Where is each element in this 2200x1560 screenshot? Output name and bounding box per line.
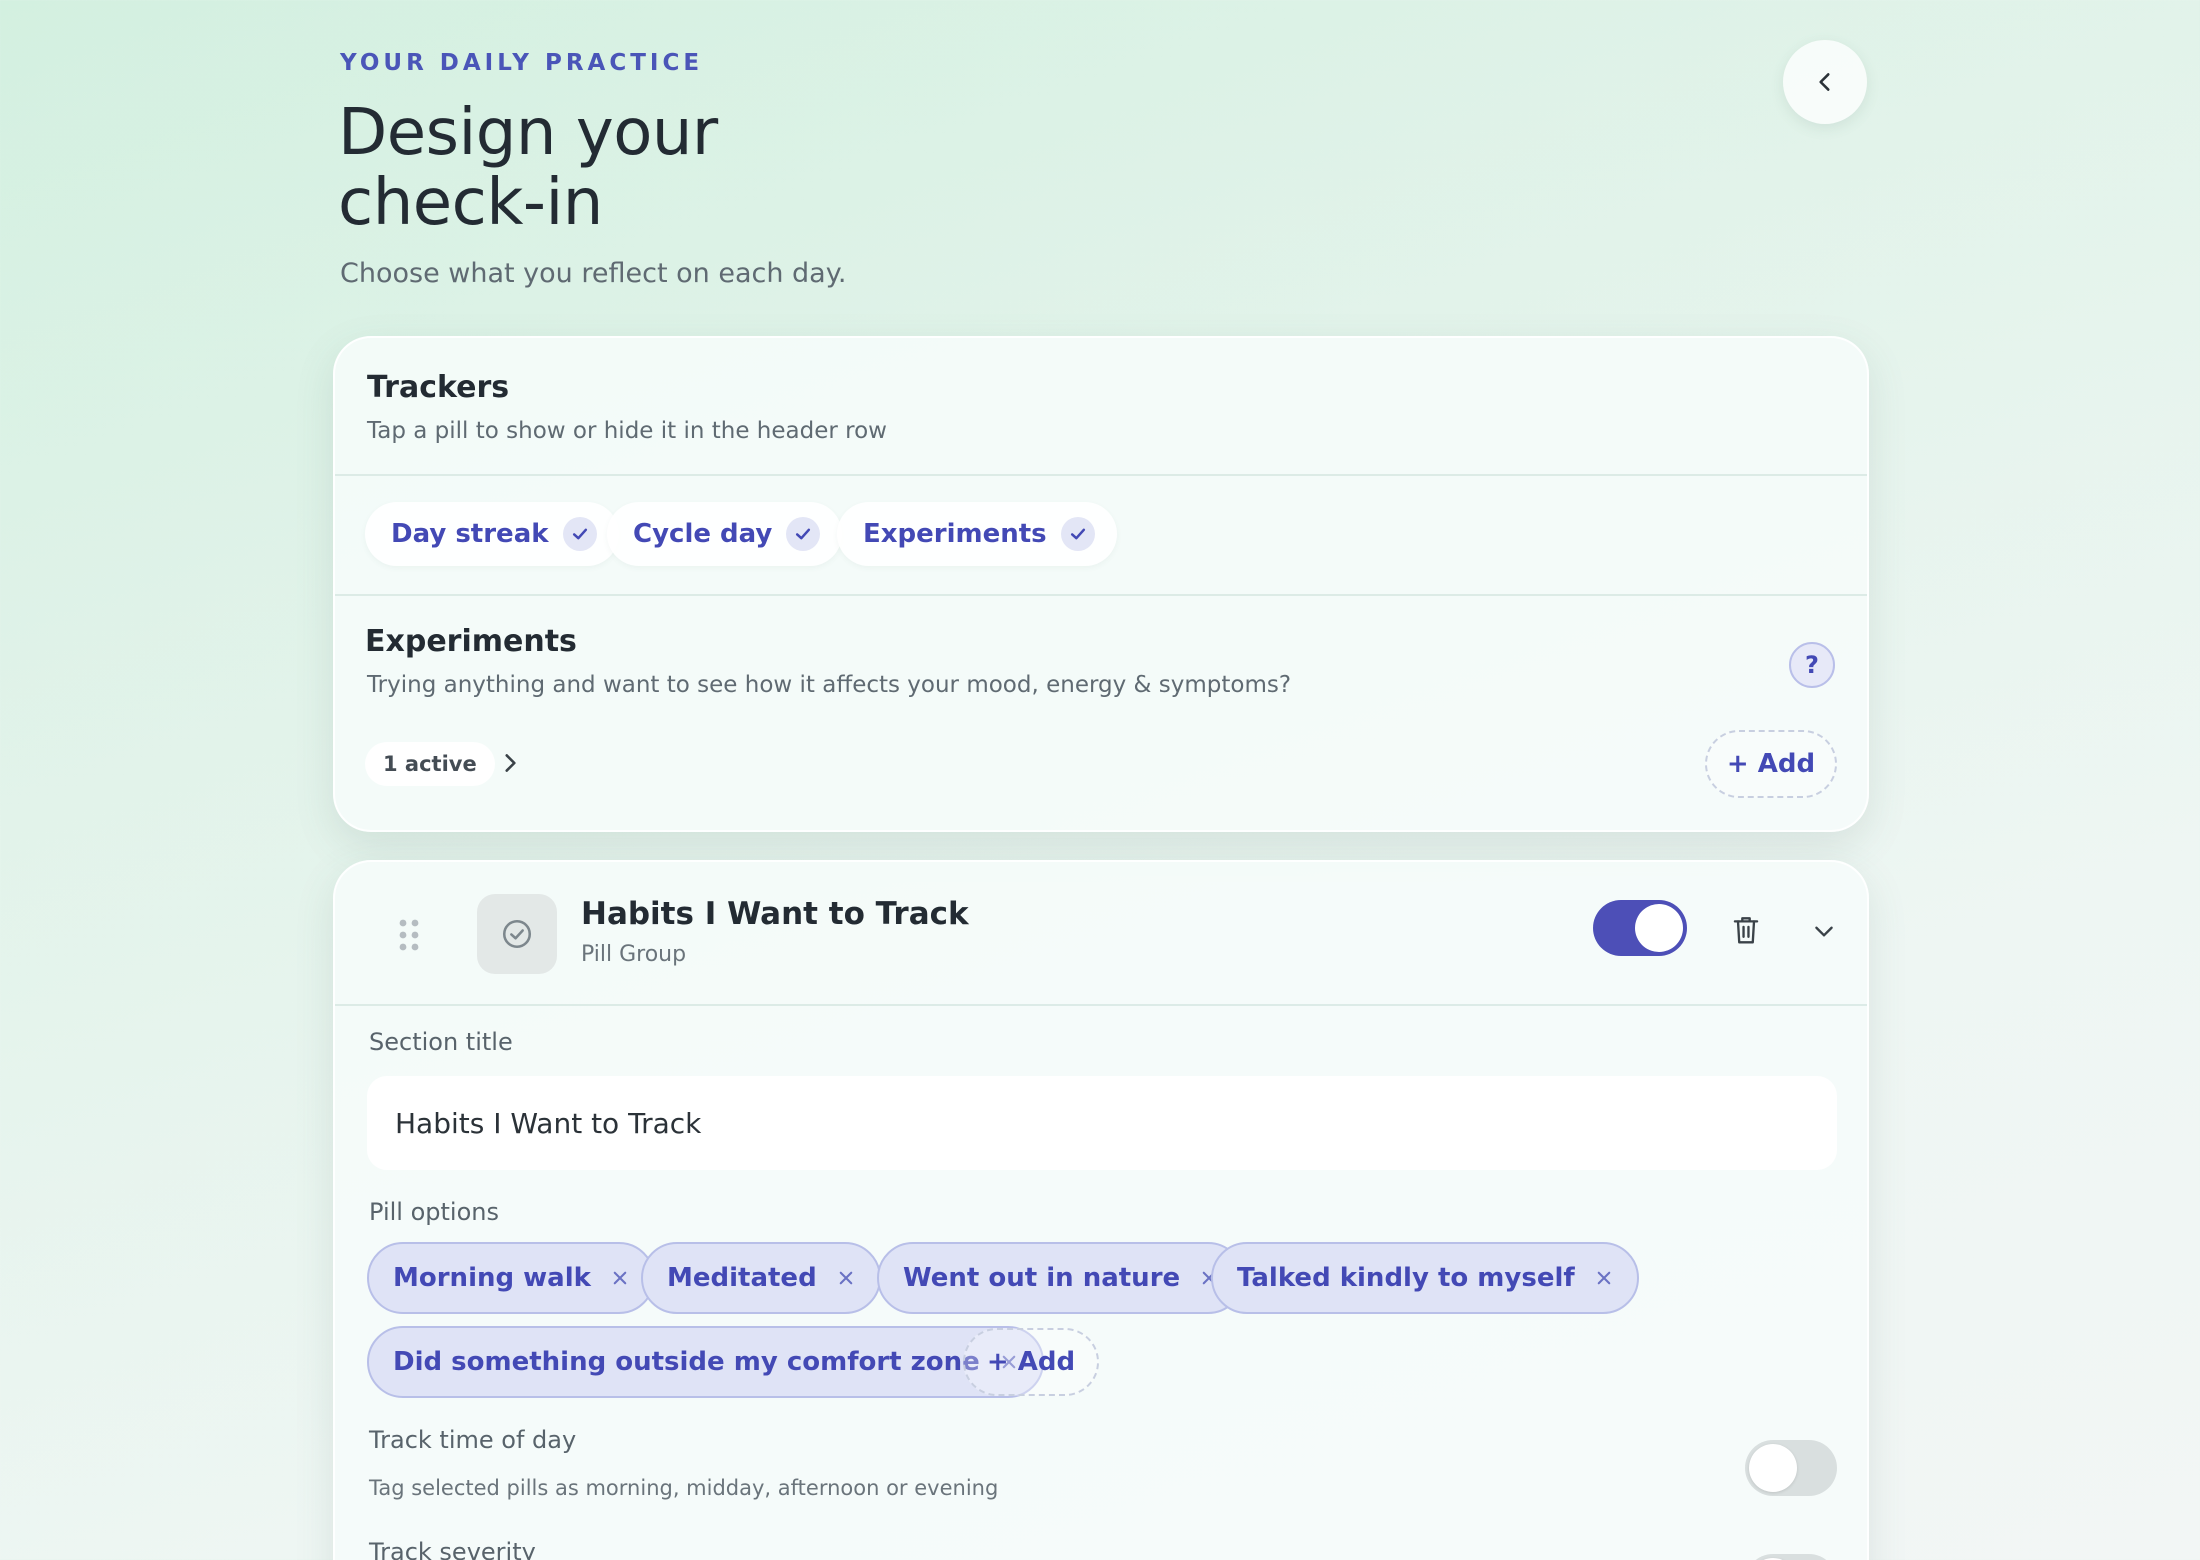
- experiments-title: Experiments: [365, 624, 577, 659]
- track-time-of-day-desc: Tag selected pills as morning, midday, a…: [369, 1476, 999, 1500]
- divider: [335, 474, 1867, 476]
- active-experiments-chip[interactable]: 1 active: [365, 742, 495, 786]
- habit-section-title: Habits I Want to Track: [581, 896, 969, 932]
- habit-section-type: Pill Group: [581, 942, 687, 967]
- page-eyebrow: YOUR DAILY PRACTICE: [340, 50, 704, 76]
- section-title-label: Section title: [369, 1028, 513, 1056]
- trackers-title: Trackers: [367, 370, 510, 405]
- experiments-subtitle: Trying anything and want to see how it a…: [367, 672, 1292, 698]
- tracker-pill-day-streak[interactable]: Day streak: [365, 502, 619, 566]
- track-severity-toggle[interactable]: [1745, 1554, 1837, 1560]
- chevron-down-icon[interactable]: [1811, 918, 1837, 944]
- tracker-pill-label: Experiments: [863, 519, 1047, 549]
- habit-group-icon: [477, 894, 557, 974]
- track-severity-label: Track severity: [369, 1538, 536, 1560]
- track-time-of-day-toggle[interactable]: [1745, 1440, 1837, 1496]
- back-button[interactable]: [1783, 40, 1867, 124]
- tracker-pill-label: Day streak: [391, 519, 549, 549]
- pill-options-label: Pill options: [369, 1198, 499, 1226]
- pill-option-comfort-zone[interactable]: Did something outside my comfort zone: [367, 1326, 1044, 1398]
- add-experiment-button[interactable]: + Add: [1705, 730, 1837, 798]
- page-title-line1: Design your: [338, 96, 718, 170]
- toggle-knob: [1635, 904, 1683, 952]
- close-icon[interactable]: [1595, 1269, 1613, 1287]
- habits-card: Habits I Want to Track Pill Group Sectio…: [333, 860, 1869, 1560]
- check-icon: [1060, 517, 1095, 551]
- pill-option-label: Talked kindly to myself: [1237, 1263, 1575, 1293]
- pill-option-label: Morning walk: [393, 1263, 591, 1293]
- add-pill-option-button[interactable]: + Add: [963, 1328, 1099, 1396]
- trackers-subtitle: Tap a pill to show or hide it in the hea…: [367, 418, 887, 444]
- pill-option-meditated[interactable]: Meditated: [641, 1242, 881, 1314]
- divider: [335, 594, 1867, 596]
- chevron-right-icon[interactable]: [497, 750, 523, 776]
- page-subtitle: Choose what you reflect on each day.: [340, 258, 847, 289]
- pill-option-label: Went out in nature: [903, 1263, 1181, 1293]
- trash-icon[interactable]: [1731, 914, 1761, 946]
- page-title-line2: check-in: [338, 166, 603, 240]
- chevron-left-icon: [1819, 73, 1830, 91]
- pill-option-label: Did something outside my comfort zone: [393, 1347, 980, 1377]
- check-icon: [786, 517, 821, 551]
- check-icon: [562, 517, 597, 551]
- track-time-of-day-label: Track time of day: [369, 1426, 577, 1454]
- drag-handle-icon[interactable]: [397, 918, 421, 952]
- help-button[interactable]: ?: [1789, 642, 1835, 688]
- pill-option-talked-kindly[interactable]: Talked kindly to myself: [1211, 1242, 1639, 1314]
- habit-enabled-toggle[interactable]: [1593, 900, 1687, 956]
- trackers-card: Trackers Tap a pill to show or hide it i…: [333, 336, 1869, 832]
- close-icon[interactable]: [837, 1269, 855, 1287]
- tracker-pill-experiments[interactable]: Experiments: [837, 502, 1117, 566]
- section-title-input[interactable]: [367, 1076, 1837, 1170]
- pill-option-morning-walk[interactable]: Morning walk: [367, 1242, 655, 1314]
- page-title: Design your check-in: [338, 98, 1038, 238]
- tracker-pill-cycle-day[interactable]: Cycle day: [607, 502, 843, 566]
- tracker-pill-label: Cycle day: [633, 519, 773, 549]
- close-icon[interactable]: [611, 1269, 629, 1287]
- pill-option-label: Meditated: [667, 1263, 817, 1293]
- toggle-knob: [1749, 1444, 1797, 1492]
- check-circle-icon: [502, 919, 532, 949]
- pill-option-went-out-in-nature[interactable]: Went out in nature: [877, 1242, 1245, 1314]
- divider: [335, 1004, 1867, 1006]
